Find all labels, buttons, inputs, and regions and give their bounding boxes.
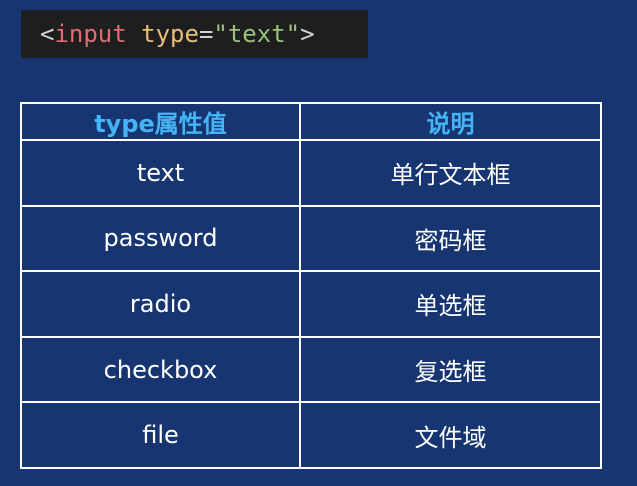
table-row: checkbox 复选框 <box>20 335 602 404</box>
cell-description: 单行文本框 <box>299 139 602 207</box>
table-row: password 密码框 <box>20 204 602 273</box>
cell-description: 密码框 <box>299 204 602 273</box>
cell-description: 文件域 <box>299 401 602 469</box>
cell-type-value: password <box>20 204 301 273</box>
code-open-bracket: < <box>40 20 55 48</box>
code-attribute-value: "text" <box>213 20 301 48</box>
code-equals: = <box>198 20 214 48</box>
table-row: text 单行文本框 <box>20 139 602 207</box>
table-header-row: type属性值 说明 <box>20 102 602 141</box>
code-snippet: < input type = "text" > <box>21 10 368 58</box>
cell-description: 复选框 <box>299 335 602 404</box>
cell-description: 单选框 <box>299 270 602 338</box>
cell-type-value: text <box>20 139 301 207</box>
input-types-table: type属性值 说明 text 单行文本框 password 密码框 radio… <box>20 102 602 469</box>
table-row: file 文件域 <box>20 401 602 469</box>
code-attribute-name: type <box>141 20 199 48</box>
header-type-value: type属性值 <box>20 102 301 141</box>
code-tag-name: input <box>54 20 127 48</box>
table-row: radio 单选框 <box>20 270 602 338</box>
cell-type-value: file <box>20 401 301 469</box>
header-description: 说明 <box>299 102 602 141</box>
code-close-bracket: > <box>300 20 315 48</box>
cell-type-value: radio <box>20 270 301 338</box>
cell-type-value: checkbox <box>20 335 301 404</box>
